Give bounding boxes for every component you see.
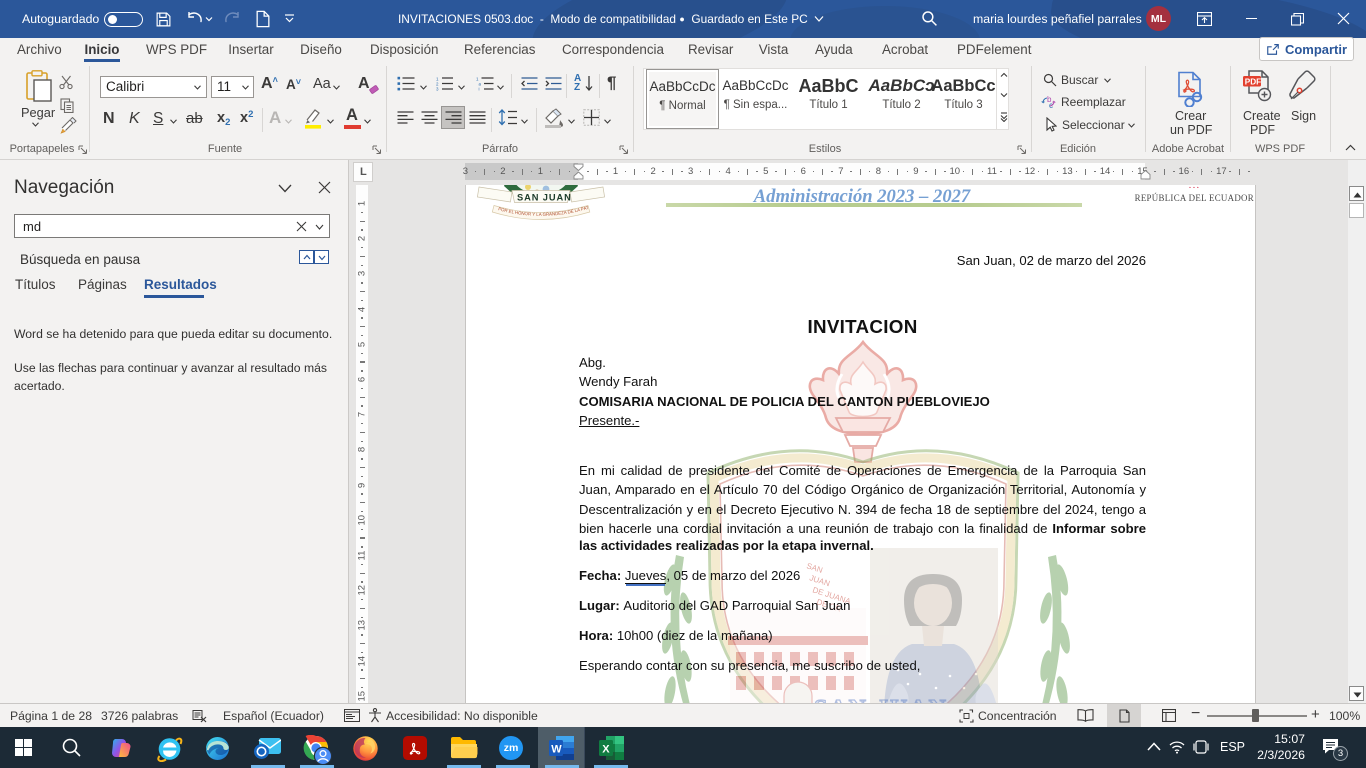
svg-text:SAN JUAN: SAN JUAN — [517, 193, 572, 203]
svg-text:i: i — [479, 87, 480, 92]
svg-text:3: 3 — [436, 87, 439, 92]
svg-text:PDF: PDF — [1245, 77, 1261, 86]
svg-text:X: X — [602, 744, 610, 756]
svg-text:W: W — [551, 744, 562, 756]
svg-text:SAN JUAN: SAN JUAN — [814, 696, 948, 703]
